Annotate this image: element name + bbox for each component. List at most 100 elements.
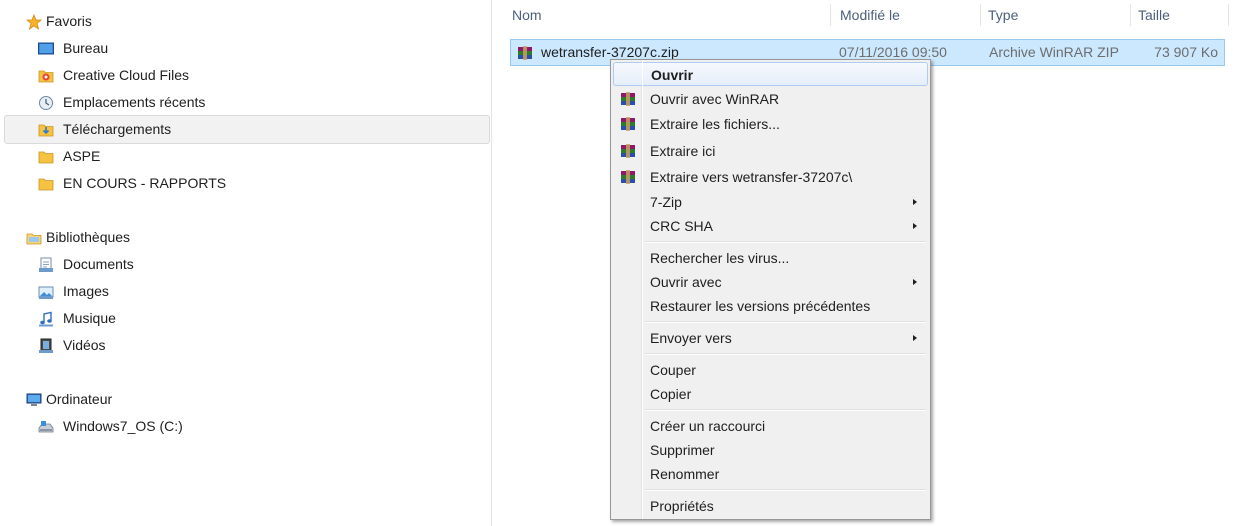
menu-item-label: Extraire ici (650, 143, 716, 159)
navigation-pane: Favoris Bureau Creative Cloud Files Empl… (0, 0, 492, 526)
nav-item-recent-places[interactable]: Emplacements récents (0, 89, 490, 116)
menu-item-7zip[interactable]: 7-Zip (613, 190, 928, 214)
nav-item-label: Documents (63, 256, 134, 272)
folder-icon (38, 151, 54, 164)
menu-item-label: Envoyer vers (650, 330, 732, 346)
menu-item-label: CRC SHA (650, 218, 714, 234)
submenu-arrow-icon (913, 335, 917, 341)
nav-item-label: Windows7_OS (C:) (63, 418, 183, 434)
winrar-icon (621, 144, 635, 158)
nav-item-drive-c[interactable]: Windows7_OS (C:) (0, 413, 490, 440)
winrar-icon (621, 92, 635, 106)
nav-favorites[interactable]: Favoris (0, 8, 490, 35)
nav-item-videos[interactable]: Vidéos (0, 332, 490, 359)
nav-item-music[interactable]: Musique (0, 305, 490, 332)
menu-item-open-winrar[interactable]: Ouvrir avec WinRAR (613, 87, 928, 111)
menu-item-copy[interactable]: Copier (613, 382, 928, 406)
videos-icon (39, 338, 53, 353)
nav-item-creative-cloud[interactable]: Creative Cloud Files (0, 62, 490, 89)
drive-icon (38, 421, 54, 433)
column-header-name[interactable]: Nom (512, 0, 542, 30)
menu-item-restore-versions[interactable]: Restaurer les versions précédentes (613, 294, 928, 318)
nav-item-images[interactable]: Images (0, 278, 490, 305)
menu-item-label: 7-Zip (650, 194, 682, 210)
menu-item-create-shortcut[interactable]: Créer un raccourci (613, 414, 928, 438)
nav-item-label: Bureau (63, 40, 109, 56)
nav-item-label: Creative Cloud Files (63, 67, 190, 83)
nav-computer-label: Ordinateur (46, 391, 113, 407)
menu-item-open-with[interactable]: Ouvrir avec (613, 270, 928, 294)
column-header-type[interactable]: Type (988, 0, 1018, 30)
documents-icon (39, 257, 53, 272)
menu-item-label: Restaurer les versions précédentes (650, 298, 871, 314)
desktop-icon (38, 42, 54, 55)
music-icon (39, 311, 53, 327)
menu-item-label: Supprimer (650, 442, 715, 458)
libraries-icon (26, 233, 42, 245)
menu-item-label: Ouvrir avec (650, 274, 722, 290)
menu-item-scan-virus[interactable]: Rechercher les virus... (613, 246, 928, 270)
folder-icon (38, 178, 54, 191)
menu-item-extract-to[interactable]: Extraire vers wetransfer-37207c\ (613, 165, 928, 189)
column-divider[interactable] (830, 4, 831, 26)
menu-item-delete[interactable]: Supprimer (613, 438, 928, 462)
nav-item-documents[interactable]: Documents (0, 251, 490, 278)
column-header-modified[interactable]: Modifié le (840, 0, 900, 30)
computer-icon (26, 393, 42, 406)
menu-item-properties[interactable]: Propriétés (613, 494, 928, 518)
menu-item-label: Renommer (650, 466, 720, 482)
menu-item-crc-sha[interactable]: CRC SHA (613, 214, 928, 238)
file-size: 73 907 Ko (1154, 44, 1218, 60)
submenu-arrow-icon (913, 279, 917, 285)
file-type: Archive WinRAR ZIP (989, 44, 1119, 60)
nav-item-aspe[interactable]: ASPE (0, 143, 490, 170)
column-header-size[interactable]: Taille (1138, 0, 1170, 30)
menu-item-extract-files[interactable]: Extraire les fichiers... (613, 112, 928, 136)
menu-separator (645, 489, 926, 491)
menu-item-label: Couper (650, 362, 696, 378)
menu-item-label: Ouvrir avec WinRAR (650, 91, 780, 107)
nav-item-label: Vidéos (63, 337, 106, 353)
menu-item-label: Créer un raccourci (650, 418, 766, 434)
winrar-icon (621, 170, 635, 184)
column-divider[interactable] (1228, 4, 1229, 26)
context-menu: Ouvrir Ouvrir avec WinRAR Extraire les f… (610, 59, 931, 520)
menu-item-label: Copier (650, 386, 692, 402)
winrar-archive-icon (518, 46, 532, 60)
menu-item-open[interactable]: Ouvrir (613, 62, 928, 86)
menu-item-label: Extraire les fichiers... (650, 116, 780, 132)
nav-favorites-label: Favoris (46, 13, 92, 29)
nav-item-label: Téléchargements (63, 121, 172, 137)
menu-item-label: Ouvrir (651, 67, 694, 83)
recent-places-icon (39, 96, 53, 110)
nav-libraries-label: Bibliothèques (46, 229, 131, 245)
nav-item-en-cours[interactable]: EN COURS - RAPPORTS (0, 170, 490, 197)
menu-separator (645, 241, 926, 243)
nav-computer[interactable]: Ordinateur (0, 386, 490, 413)
nav-item-downloads[interactable]: Téléchargements (4, 115, 490, 144)
nav-item-label: ASPE (63, 148, 101, 164)
menu-item-cut[interactable]: Couper (613, 358, 928, 382)
column-divider[interactable] (980, 4, 981, 26)
submenu-arrow-icon (913, 223, 917, 229)
creative-cloud-icon (38, 70, 54, 83)
menu-item-send-to[interactable]: Envoyer vers (613, 326, 928, 350)
menu-item-label: Rechercher les virus... (650, 250, 790, 266)
nav-libraries[interactable]: Bibliothèques (0, 224, 490, 251)
nav-item-label: EN COURS - RAPPORTS (63, 175, 227, 191)
menu-item-label: Extraire vers wetransfer-37207c\ (650, 169, 853, 185)
winrar-icon (621, 117, 635, 131)
nav-item-label: Musique (63, 310, 116, 326)
nav-item-bureau[interactable]: Bureau (0, 35, 490, 62)
column-divider[interactable] (1130, 4, 1131, 26)
nav-item-label: Emplacements récents (63, 94, 206, 110)
submenu-arrow-icon (913, 199, 917, 205)
menu-item-extract-here[interactable]: Extraire ici (613, 139, 928, 163)
nav-item-label: Images (63, 283, 109, 299)
downloads-folder-icon (38, 124, 54, 137)
menu-separator (645, 321, 926, 323)
menu-separator (645, 353, 926, 355)
menu-item-label: Propriétés (650, 498, 714, 514)
images-icon (38, 286, 54, 299)
menu-item-rename[interactable]: Renommer (613, 462, 928, 486)
